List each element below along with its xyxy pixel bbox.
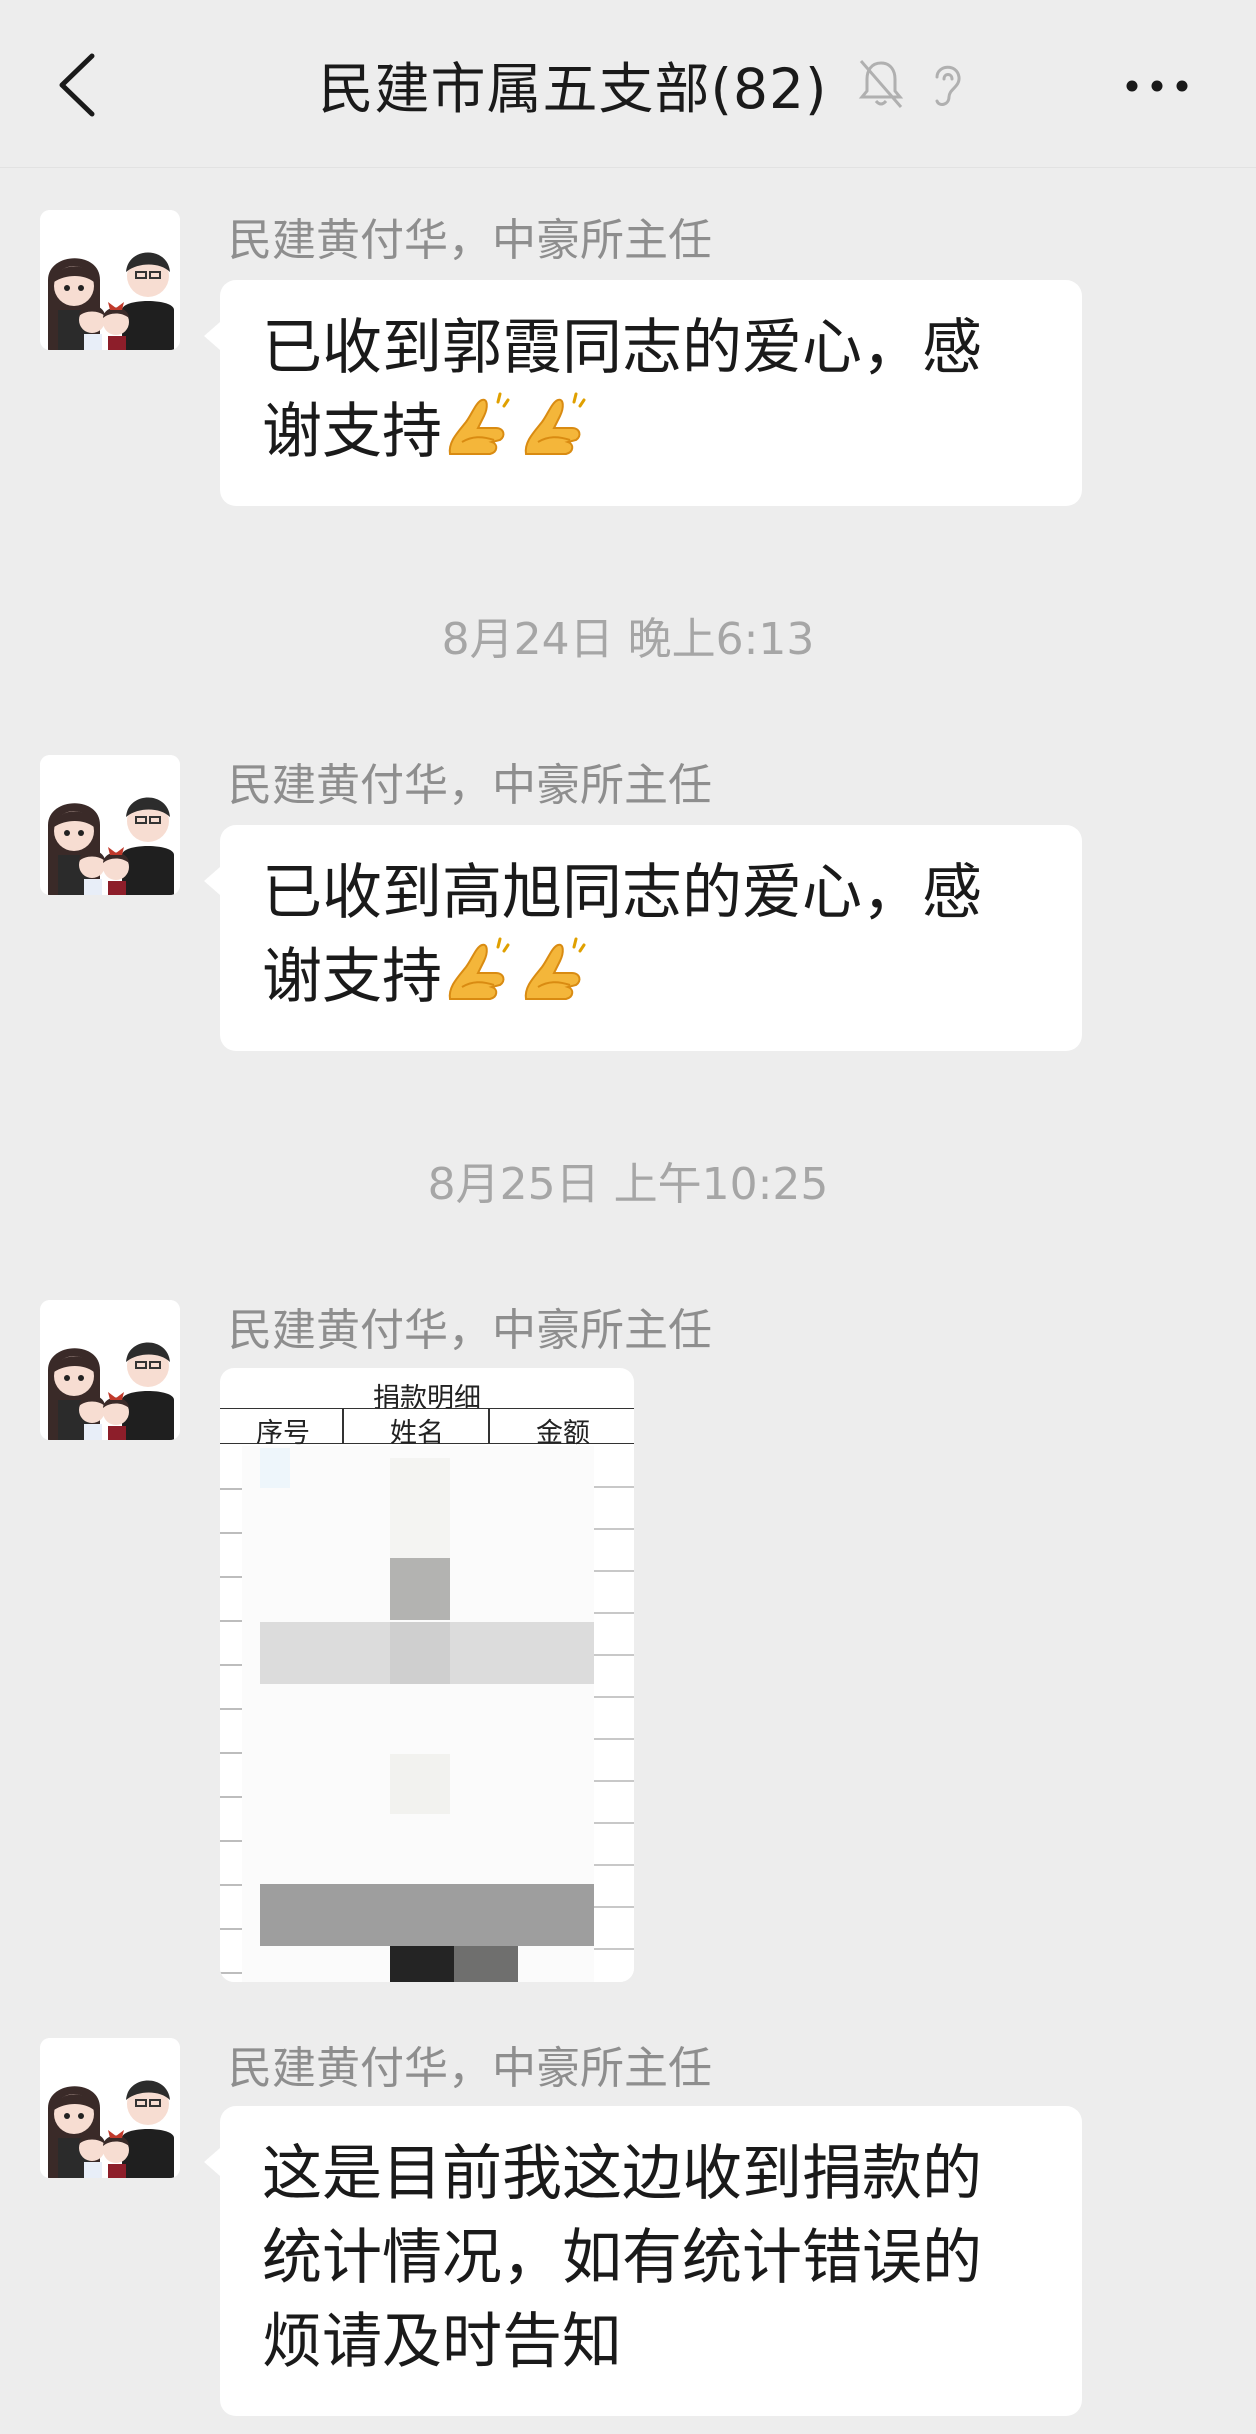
timestamp: 8月25日 上午10:25 — [427, 1159, 829, 1210]
image-message[interactable]: 捐款明细 序号 姓名 金额 — [220, 1368, 634, 1982]
sender-name: 民建黄付华，中豪所主任 — [228, 1305, 712, 1356]
chat-header: 民建市属五支部(82) — [0, 0, 1256, 168]
message-text: 谢支持 — [262, 942, 442, 1012]
chat-title[interactable]: 民建市属五支部(82) — [319, 44, 828, 124]
bell-muted-icon — [859, 60, 904, 108]
more-dots-icon[interactable] — [1124, 72, 1190, 100]
title-area: 民建市属五支部(82) — [0, 44, 1256, 124]
message-text-line: 这是目前我这边收到捐款的 — [262, 2139, 982, 2209]
folded-hands-icon — [442, 392, 512, 462]
sender-name: 民建黄付华，中豪所主任 — [228, 2043, 712, 2094]
folded-hands-icon — [442, 937, 512, 1007]
image-table-header: 序号 姓名 金额 — [220, 1408, 634, 1449]
column-header: 金额 — [536, 1418, 590, 1449]
message-text-line: 谢支持 — [262, 390, 1046, 474]
avatar[interactable] — [40, 210, 180, 350]
folded-hands-icon — [518, 937, 588, 1007]
column-header: 姓名 — [390, 1418, 444, 1449]
message-bubble[interactable]: 已收到郭霞同志的爱心，感 谢支持 — [204, 280, 1082, 506]
ear-receiver-icon — [935, 65, 961, 106]
message-text-line: 统计情况，如有统计错误的 — [262, 2223, 982, 2293]
message-text-line: 烦请及时告知 — [262, 2307, 622, 2377]
sender-name: 民建黄付华，中豪所主任 — [228, 215, 712, 266]
folded-hands-icon — [518, 392, 588, 462]
avatar[interactable] — [40, 755, 180, 895]
message-bubble[interactable]: 这是目前我这边收到捐款的 统计情况，如有统计错误的 烦请及时告知 — [204, 2106, 1082, 2416]
message-text-line: 谢支持 — [262, 935, 1046, 1019]
timestamp: 8月24日 晚上6:13 — [441, 614, 815, 665]
avatar[interactable] — [40, 1300, 180, 1440]
message-text: 谢支持 — [262, 397, 442, 467]
message-text-line: 已收到高旭同志的爱心，感 — [262, 858, 982, 928]
message-text-line: 已收到郭霞同志的爱心，感 — [262, 313, 982, 383]
message-bubble[interactable]: 已收到高旭同志的爱心，感 谢支持 — [204, 825, 1082, 1051]
column-header: 序号 — [256, 1418, 310, 1449]
sender-name: 民建黄付华，中豪所主任 — [228, 760, 712, 811]
avatar[interactable] — [40, 2038, 180, 2178]
